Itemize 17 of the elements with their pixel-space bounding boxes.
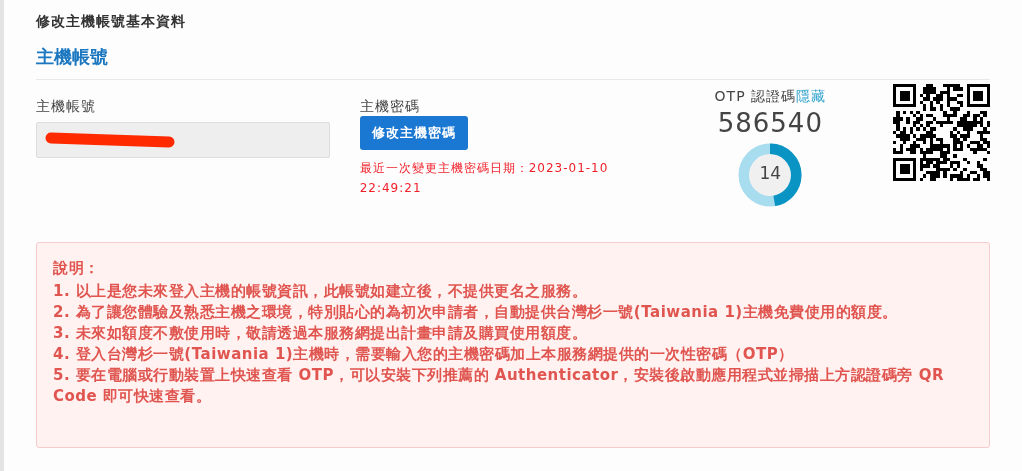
password-label: 主機密碼 <box>359 98 420 116</box>
notice-title: 說明： <box>53 258 101 279</box>
notice-item: 2. 為了讓您體驗及熟悉主機之環境，特別貼心的為初次申請者，自動提供台灣杉一號(Taiwania 1)主機免費使用的額度。 <box>53 302 899 323</box>
notice-item: 1. 以上是您未來登入主機的帳號資訊，此帳號如建立後，不提供更名之服務。 <box>53 281 589 302</box>
account-label: 主機帳號 <box>36 98 97 116</box>
notice-item: 5. 要在電腦或行動裝置上快速查看 OTP，可以安裝下列推薦的 Authenticator，安裝後啟動應用程式並掃描上方認證碼旁 QR Code 即可快速查看。 <box>53 365 945 407</box>
account-field[interactable] <box>36 122 330 158</box>
hide-link[interactable]: 隱藏 <box>796 88 827 104</box>
change-password-button[interactable]: 修改主機密碼 <box>359 116 468 150</box>
section-title: 主機帳號 <box>36 45 109 69</box>
otp-label: OTP 認證碼 <box>714 88 797 104</box>
notice-item: 3. 未來如額度不敷使用時，敬請透過本服務網提出計畫申請及購買使用額度。 <box>53 323 589 344</box>
page-title: 修改主機帳號基本資料 <box>36 13 187 31</box>
otp-code: 586540 <box>717 108 823 138</box>
last-changed-text: 最近一次變更主機密碼日期：2023-01-10 22:49:21 <box>359 160 610 197</box>
notice-item: 4. 登入台灣杉一號(Taiwania 1)主機時，需要輸入您的主機密碼加上本服務網提供的一次性密碼（OTP） <box>53 344 795 365</box>
countdown-number: 14 <box>758 163 783 183</box>
